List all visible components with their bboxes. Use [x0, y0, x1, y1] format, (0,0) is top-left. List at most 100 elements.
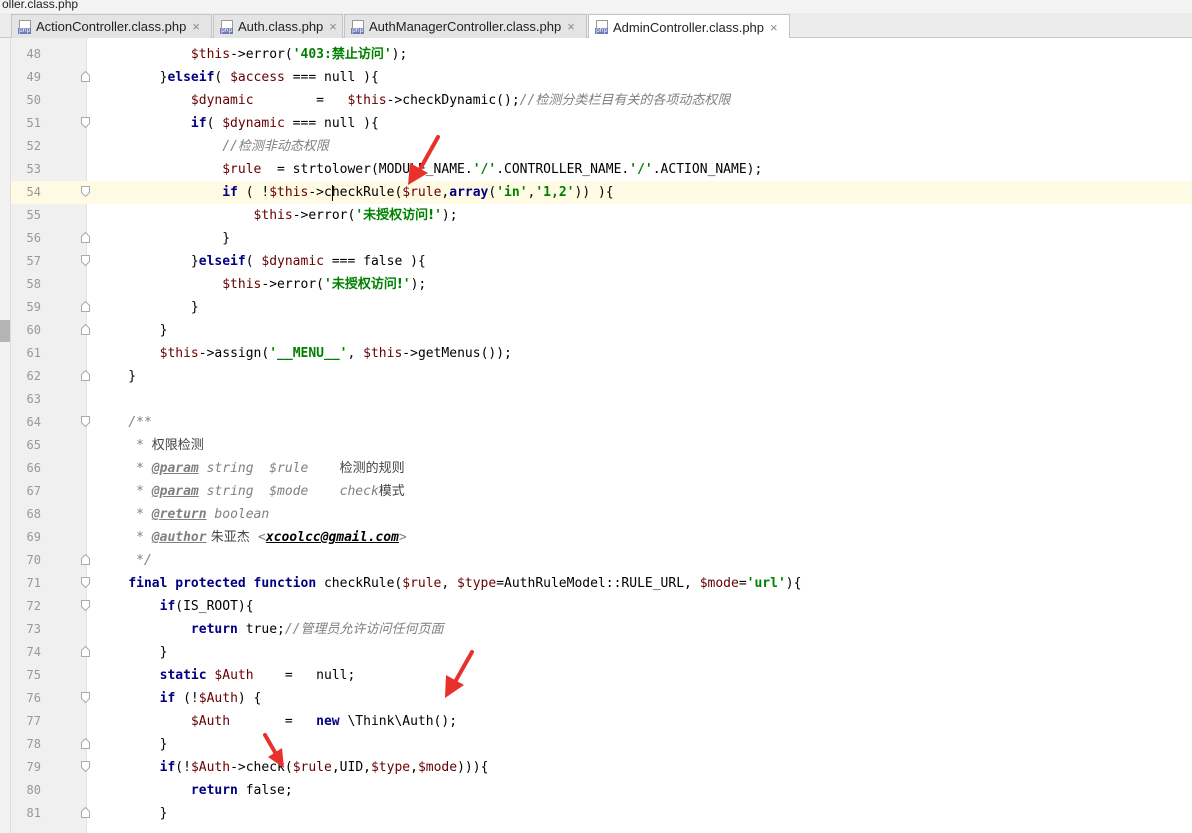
code-text[interactable]: * 权限检测 [97, 434, 204, 457]
code-text[interactable]: //检测非动态权限 [97, 135, 329, 158]
code-line[interactable]: 72 if(IS_ROOT){ [11, 595, 1192, 618]
code-line[interactable]: 67 * @param string $mode check模式 [11, 480, 1192, 503]
code-text[interactable]: * @param string $mode check模式 [97, 480, 405, 503]
code-text[interactable]: */ [97, 549, 152, 572]
code-text[interactable]: } [97, 365, 136, 388]
code-line[interactable]: 75 static $Auth = null; [11, 664, 1192, 687]
code-line[interactable]: 74 } [11, 641, 1192, 664]
close-icon[interactable]: × [192, 19, 200, 34]
code-text[interactable]: $dynamic = $this->checkDynamic();//检测分类栏… [97, 89, 730, 112]
code-line[interactable]: 73 return true;//管理员允许访问任何页面 [11, 618, 1192, 641]
code-line[interactable]: 65 * 权限检测 [11, 434, 1192, 457]
code-text[interactable]: if(IS_ROOT){ [97, 595, 254, 618]
code-line[interactable]: 63 [11, 388, 1192, 411]
fold-start-icon[interactable] [81, 600, 90, 611]
code-text[interactable]: }elseif( $access === null ){ [97, 66, 379, 89]
code-text[interactable]: final protected function checkRule($rule… [97, 572, 801, 595]
code-text[interactable]: * @author 朱亚杰 <xcoolcc@gmail.com> [97, 526, 407, 549]
fold-end-icon[interactable] [81, 301, 90, 312]
code-text[interactable]: } [97, 319, 168, 342]
code-line[interactable]: 61 $this->assign('__MENU__', $this->getM… [11, 342, 1192, 365]
tab-admin-controller[interactable]: php AdminController.class.php × [588, 14, 790, 39]
tab-auth-manager-controller[interactable]: php AuthManagerController.class.php × [344, 14, 587, 38]
code-line[interactable]: 70 */ [11, 549, 1192, 572]
code-token: $this [347, 93, 387, 108]
code-line[interactable]: 56 } [11, 227, 1192, 250]
code-token: = [253, 93, 348, 108]
code-line[interactable]: 51 if( $dynamic === null ){ [11, 112, 1192, 135]
code-line[interactable]: 53 $rule = strtolower(MODULE_NAME.'/'.CO… [11, 158, 1192, 181]
code-text[interactable]: }elseif( $dynamic === false ){ [97, 250, 426, 273]
code-text[interactable]: if( $dynamic === null ){ [97, 112, 379, 135]
code-token: @param [151, 484, 199, 499]
fold-start-icon[interactable] [81, 186, 90, 197]
code-line[interactable]: 60 } [11, 319, 1192, 342]
code-line[interactable]: 81 } [11, 802, 1192, 825]
code-line[interactable]: 64 /** [11, 411, 1192, 434]
code-text[interactable]: static $Auth = null; [97, 664, 356, 687]
fold-end-icon[interactable] [81, 370, 90, 381]
code-text[interactable]: * @return boolean [97, 503, 269, 526]
fold-start-icon[interactable] [81, 416, 90, 427]
fold-start-icon[interactable] [81, 692, 90, 703]
code-text[interactable]: $Auth = new \Think\Auth(); [97, 710, 457, 733]
code-line[interactable]: 54 if ( !$this->checkRule($rule,array('i… [11, 181, 1192, 204]
code-line[interactable]: 50 $dynamic = $this->checkDynamic();//检测… [11, 89, 1192, 112]
fold-start-icon[interactable] [81, 255, 90, 266]
fold-end-icon[interactable] [81, 554, 90, 565]
fold-end-icon[interactable] [81, 738, 90, 749]
code-line[interactable]: 49 }elseif( $access === null ){ [11, 66, 1192, 89]
code-text[interactable]: $this->error('未授权访问!'); [97, 273, 426, 296]
tab-auth[interactable]: php Auth.class.php × [213, 14, 343, 38]
code-line[interactable]: 77 $Auth = new \Think\Auth(); [11, 710, 1192, 733]
code-text[interactable]: return false; [97, 779, 293, 802]
code-token: === null ){ [284, 70, 379, 85]
fold-end-icon[interactable] [81, 324, 90, 335]
code-text[interactable]: } [97, 733, 168, 756]
code-line[interactable]: 57 }elseif( $dynamic === false ){ [11, 250, 1192, 273]
code-line[interactable]: 78 } [11, 733, 1192, 756]
fold-end-icon[interactable] [81, 646, 90, 657]
code-text[interactable]: $this->error('未授权访问!'); [97, 204, 458, 227]
tab-action-controller[interactable]: php ActionController.class.php × [11, 14, 212, 38]
code-line[interactable]: 80 return false; [11, 779, 1192, 802]
code-line[interactable]: 66 * @param string $rule 检测的规则 [11, 457, 1192, 480]
code-text[interactable]: if ( !$this->checkRule($rule,array('in',… [97, 181, 614, 204]
code-text[interactable]: return true;//管理员允许访问任何页面 [97, 618, 444, 641]
close-icon[interactable]: × [567, 19, 575, 34]
fold-end-icon[interactable] [81, 232, 90, 243]
code-text[interactable]: } [97, 802, 168, 825]
code-text[interactable]: * @param string $rule 检测的规则 [97, 457, 405, 480]
code-text[interactable]: $this->assign('__MENU__', $this->getMenu… [97, 342, 512, 365]
code-text[interactable]: /** [97, 411, 151, 434]
fold-end-icon[interactable] [81, 71, 90, 82]
code-line[interactable]: 55 $this->error('未授权访问!'); [11, 204, 1192, 227]
code-line[interactable]: 69 * @author 朱亚杰 <xcoolcc@gmail.com> [11, 526, 1192, 549]
code-line[interactable]: 62 } [11, 365, 1192, 388]
code-line[interactable]: 59 } [11, 296, 1192, 319]
code-line[interactable]: 76 if (!$Auth) { [11, 687, 1192, 710]
fold-start-icon[interactable] [81, 761, 90, 772]
code-text[interactable]: $this->error('403:禁止访问'); [97, 43, 407, 66]
code-token: ( [206, 116, 223, 131]
code-line[interactable]: 52 //检测非动态权限 [11, 135, 1192, 158]
fold-start-icon[interactable] [81, 577, 90, 588]
code-line[interactable]: 71 final protected function checkRule($r… [11, 572, 1192, 595]
code-token: = null; [253, 668, 356, 683]
code-line[interactable]: 79 if(!$Auth->check($rule,UID,$type,$mod… [11, 756, 1192, 779]
code-editor[interactable]: 48 $this->error('403:禁止访问'); 49 }elseif( … [0, 38, 1192, 833]
code-line[interactable]: 58 $this->error('未授权访问!'); [11, 273, 1192, 296]
close-icon[interactable]: × [329, 19, 337, 34]
code-text[interactable]: } [97, 227, 230, 250]
code-text[interactable]: } [97, 641, 168, 664]
code-token: $this [363, 346, 403, 361]
fold-end-icon[interactable] [81, 807, 90, 818]
code-text[interactable]: } [97, 296, 199, 319]
code-text[interactable]: if (!$Auth) { [97, 687, 262, 710]
code-line[interactable]: 68 * @return boolean [11, 503, 1192, 526]
close-icon[interactable]: × [770, 20, 778, 35]
fold-start-icon[interactable] [81, 117, 90, 128]
code-line[interactable]: 48 $this->error('403:禁止访问'); [11, 43, 1192, 66]
code-text[interactable]: if(!$Auth->check($rule,UID,$type,$mode))… [97, 756, 489, 779]
